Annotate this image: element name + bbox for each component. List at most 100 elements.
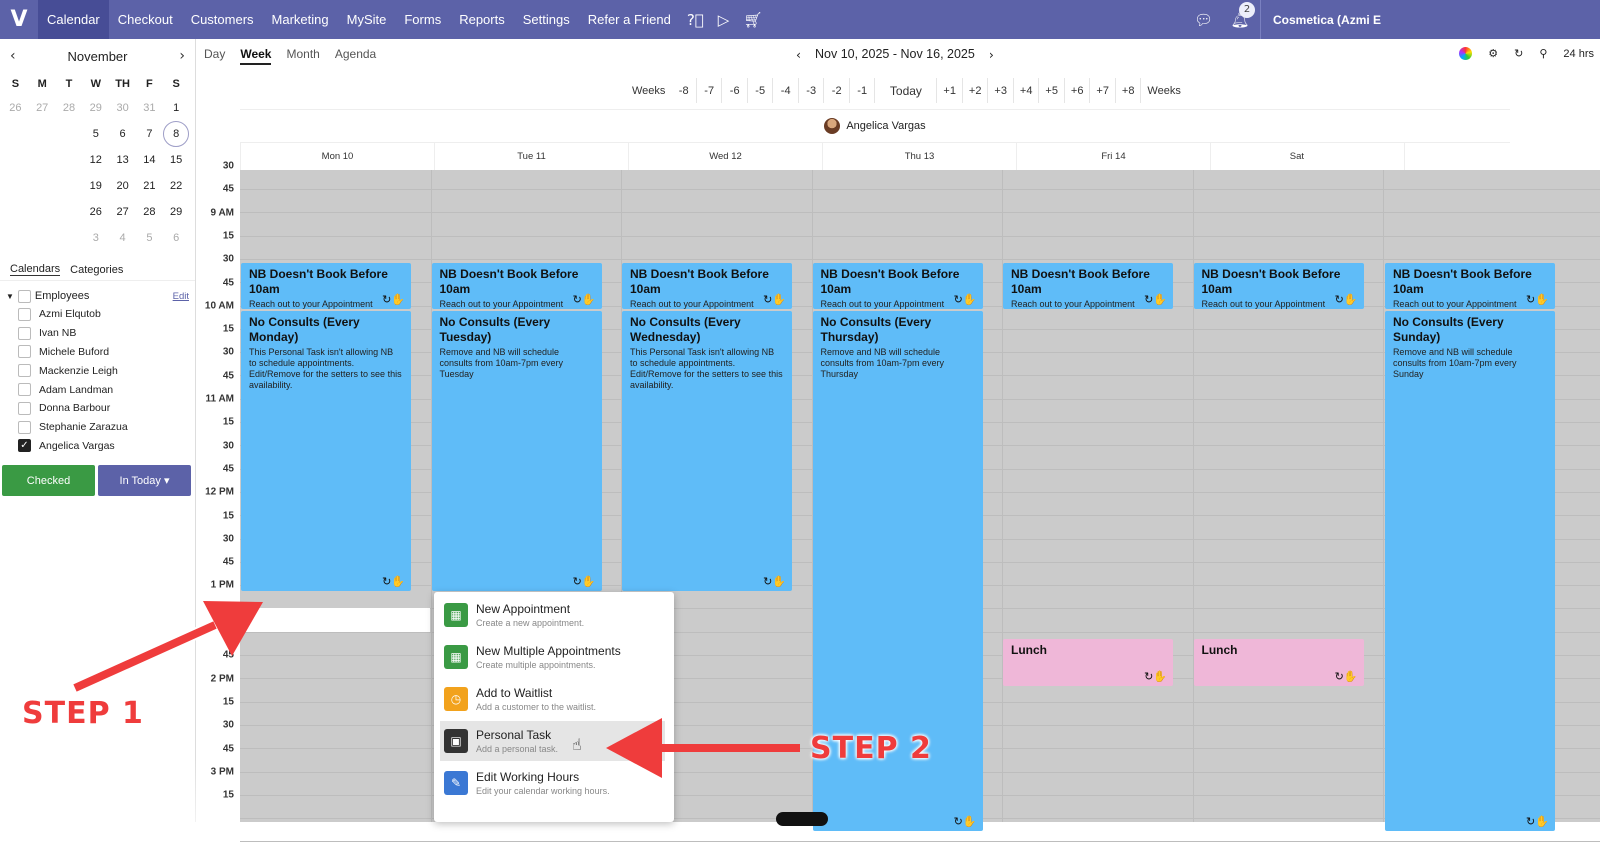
event-lunch[interactable]: Lunch ↻✋: [1003, 639, 1173, 686]
week-offset-button[interactable]: -1: [850, 78, 876, 103]
event-no-consults-tuesday[interactable]: No Consults (Every Tuesday) Remove and NB…: [431, 311, 602, 591]
event-no-consults-sunday[interactable]: No Consults (Every Sunday) Remove and NB …: [1384, 311, 1555, 831]
employee-item[interactable]: Michele Buford: [0, 343, 195, 362]
employee-item[interactable]: Ivan NB: [0, 324, 195, 343]
hours-toggle[interactable]: 24 hrs: [1563, 48, 1594, 60]
menu-item-new-multiple-appointments[interactable]: ▦ New Multiple Appointments Create multipl…: [440, 637, 665, 677]
mini-calendar-day[interactable]: 13: [109, 147, 136, 173]
view-week[interactable]: Week: [240, 47, 272, 65]
week-offset-button[interactable]: +5: [1039, 78, 1065, 103]
bell-icon[interactable]: 🔔︎ 2: [1220, 1, 1260, 29]
settings-icon[interactable]: ⚙: [1488, 47, 1498, 60]
chat-icon[interactable]: 💬︎: [1187, 0, 1220, 39]
in-today-button[interactable]: In Today ▾: [98, 465, 191, 497]
week-offset-button[interactable]: +6: [1065, 78, 1091, 103]
menu-item-personal-task[interactable]: ▣ Personal Task Add a personal task. ☝: [440, 721, 665, 761]
business-name[interactable]: Cosmetica (Azmi E: [1260, 0, 1600, 39]
mini-calendar-day[interactable]: 22: [163, 173, 190, 199]
employee-checkbox[interactable]: [18, 345, 31, 359]
menu-item-new-appointment[interactable]: ▦ New Appointment Create a new appointment…: [440, 595, 665, 635]
week-offset-button[interactable]: -8: [671, 78, 697, 103]
employee-checkbox[interactable]: [18, 401, 31, 415]
next-week-icon[interactable]: ›: [989, 47, 994, 62]
mini-calendar-day[interactable]: 30: [109, 95, 136, 121]
mini-calendar-day[interactable]: 8: [163, 121, 190, 147]
mini-calendar-day[interactable]: 29: [82, 95, 109, 121]
prev-month-icon[interactable]: ‹: [10, 48, 16, 64]
search-icon[interactable]: ⚲: [1539, 47, 1547, 60]
week-offset-button[interactable]: +8: [1116, 78, 1142, 103]
color-wheel-icon[interactable]: [1459, 47, 1473, 60]
mini-calendar-day[interactable]: 5: [136, 225, 163, 251]
week-offset-button[interactable]: -6: [722, 78, 748, 103]
tab-categories[interactable]: Categories: [70, 264, 123, 276]
prev-week-icon[interactable]: ‹: [796, 47, 801, 62]
employee-item[interactable]: Stephanie Zarazua: [0, 418, 195, 437]
event-nb-doesnt-book[interactable]: NB Doesn't Book Before 10am Reach out to …: [622, 263, 792, 309]
event-no-consults-wednesday[interactable]: No Consults (Every Wednesday) This Person…: [622, 311, 792, 591]
view-month[interactable]: Month: [286, 47, 319, 65]
checked-button[interactable]: Checked: [2, 465, 95, 497]
nav-calendar[interactable]: Calendar: [38, 0, 109, 39]
refresh-icon[interactable]: ↻: [1514, 47, 1523, 60]
mini-calendar-day[interactable]: 15: [163, 147, 190, 173]
mini-calendar-day[interactable]: 6: [163, 225, 190, 251]
week-offset-button[interactable]: +2: [963, 78, 989, 103]
today-button[interactable]: Today: [875, 78, 938, 103]
mini-calendar-day[interactable]: 5: [82, 121, 109, 147]
employees-checkbox[interactable]: [17, 289, 31, 303]
week-offset-button[interactable]: +4: [1014, 78, 1040, 103]
vagaro-logo[interactable]: V: [0, 0, 38, 39]
scroll-handle[interactable]: [776, 812, 828, 826]
week-offset-button[interactable]: +7: [1090, 78, 1116, 103]
event-nb-doesnt-book[interactable]: NB Doesn't Book Before 10am Reach out to …: [812, 263, 983, 309]
help-icon[interactable]: ?⃝: [680, 0, 711, 39]
employee-item[interactable]: ✓ Angelica Vargas: [0, 437, 195, 456]
nav-customers[interactable]: Customers: [182, 0, 263, 39]
mini-calendar-day[interactable]: 28: [136, 199, 163, 225]
menu-item-edit-working-hours[interactable]: ✎ Edit Working Hours Edit your calendar wo…: [440, 763, 665, 803]
employee-checkbox[interactable]: [18, 420, 31, 434]
mini-calendar-day[interactable]: 4: [109, 225, 136, 251]
week-offset-button[interactable]: -3: [799, 78, 825, 103]
tab-calendars[interactable]: Calendars: [10, 263, 61, 276]
employee-checkbox[interactable]: ✓: [18, 439, 31, 453]
event-no-consults-monday[interactable]: No Consults (Every Monday) This Personal …: [241, 311, 411, 591]
week-offset-button[interactable]: -5: [748, 78, 774, 103]
view-agenda[interactable]: Agenda: [335, 47, 376, 65]
nav-settings[interactable]: Settings: [514, 0, 579, 39]
mini-calendar-day[interactable]: 19: [82, 173, 109, 199]
mini-calendar-day[interactable]: 12: [82, 147, 109, 173]
mini-calendar-day[interactable]: 20: [109, 173, 136, 199]
nav-checkout[interactable]: Checkout: [109, 0, 182, 39]
mini-calendar-day[interactable]: 27: [109, 199, 136, 225]
employee-item[interactable]: Mackenzie Leigh: [0, 361, 195, 380]
week-offset-button[interactable]: -7: [697, 78, 723, 103]
play-icon[interactable]: ▷: [711, 0, 737, 39]
nav-mysite[interactable]: MySite: [338, 0, 396, 39]
event-lunch[interactable]: Lunch ↻✋: [1193, 639, 1364, 686]
mini-calendar-day[interactable]: 14: [136, 147, 163, 173]
mini-calendar-day[interactable]: 31: [136, 95, 163, 121]
event-nb-doesnt-book[interactable]: NB Doesn't Book Before 10am Reach out to …: [241, 263, 411, 309]
caret-down-icon[interactable]: ▼: [6, 292, 14, 301]
event-nb-doesnt-book[interactable]: NB Doesn't Book Before 10am Reach out to …: [431, 263, 602, 309]
nav-refer-a-friend[interactable]: Refer a Friend: [579, 0, 680, 39]
mini-calendar-day[interactable]: 29: [163, 199, 190, 225]
event-nb-doesnt-book[interactable]: NB Doesn't Book Before 10am Reach out to …: [1003, 263, 1173, 309]
cart-icon[interactable]: 🛒︎: [736, 0, 769, 39]
mini-calendar-day[interactable]: 26: [82, 199, 109, 225]
menu-item-add-to-waitlist[interactable]: ◷ Add to Waitlist Add a customer to the wa…: [440, 679, 665, 719]
mini-calendar-day[interactable]: 27: [29, 95, 56, 121]
nav-marketing[interactable]: Marketing: [263, 0, 338, 39]
week-offset-button[interactable]: -2: [824, 78, 850, 103]
mini-calendar-day[interactable]: 26: [2, 95, 29, 121]
nav-forms[interactable]: Forms: [395, 0, 450, 39]
view-day[interactable]: Day: [204, 47, 225, 65]
week-offset-button[interactable]: -4: [773, 78, 799, 103]
mini-calendar-day[interactable]: 21: [136, 173, 163, 199]
mini-calendar-day[interactable]: 6: [109, 121, 136, 147]
event-nb-doesnt-book[interactable]: NB Doesn't Book Before 10am Reach out to …: [1193, 263, 1364, 309]
today-marker[interactable]: 8: [163, 121, 190, 147]
nav-reports[interactable]: Reports: [450, 0, 514, 39]
